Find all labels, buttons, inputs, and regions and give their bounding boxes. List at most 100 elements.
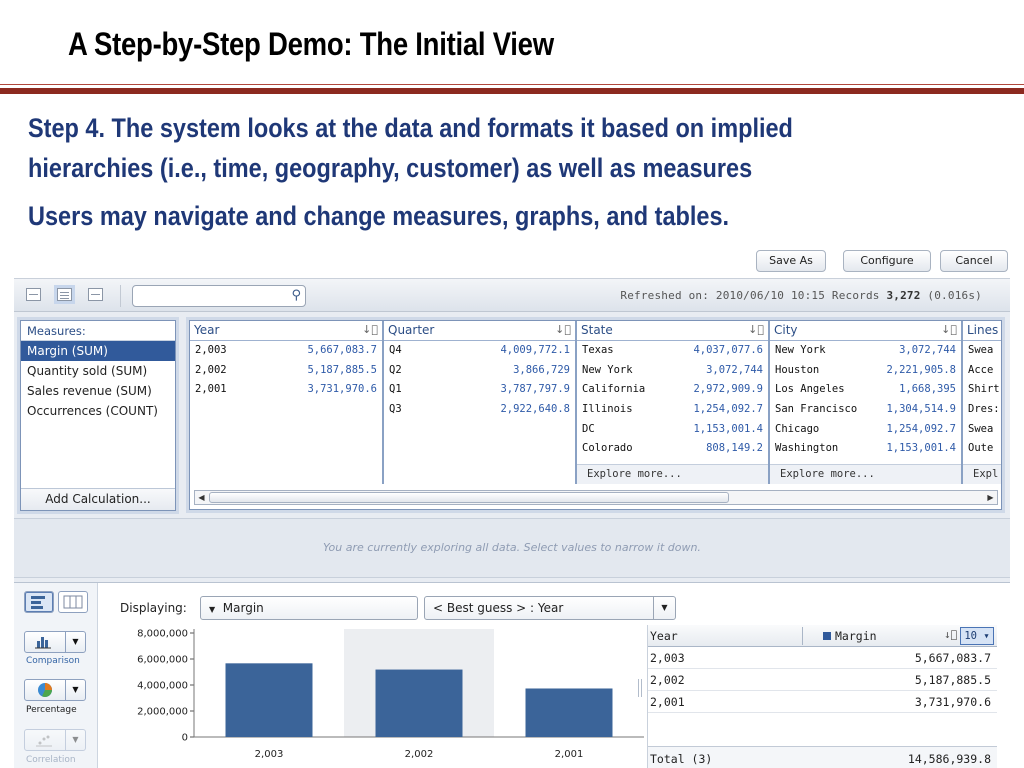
layout-single-icon[interactable] [26, 288, 41, 301]
facet-row[interactable]: Illinois 1,254,092.7 [577, 400, 768, 420]
facet-row[interactable]: San Francisco 1,304,514.9 [770, 400, 961, 420]
layout-stacked-icon[interactable] [88, 288, 103, 301]
measures-header: Measures: [21, 321, 175, 341]
measure-item[interactable]: Occurrences (COUNT) [21, 401, 175, 421]
save-as-button[interactable]: Save As [756, 250, 826, 272]
facet-row[interactable]: 2,002 5,187,885.5 [190, 361, 382, 381]
chart-view-icon[interactable] [24, 591, 54, 613]
facet-state: State ↓⃥ Texas 4,037,077.6 New York 3,072,7… [577, 321, 770, 484]
configure-button[interactable]: Configure [843, 250, 931, 272]
chevron-down-icon[interactable]: ▼ [65, 730, 85, 750]
facet-header-quarter[interactable]: Quarter ↓⃥ [384, 321, 575, 341]
facet-row[interactable]: Texas 4,037,077.6 [577, 341, 768, 361]
bar [225, 663, 313, 737]
facet-city: City ↓⃥ New York 3,072,744 Houston 2,221,90… [770, 321, 963, 484]
measures-panel: Measures: Margin (SUM) Quantity sold (SU… [20, 320, 176, 511]
facet-row[interactable]: Dres: [963, 400, 1001, 420]
table-row[interactable]: 2,001 3,731,970.6 [648, 691, 997, 713]
sort-icon[interactable]: ↓⃥ [555, 323, 571, 336]
top-n-select[interactable]: 10 ▾ [960, 627, 994, 645]
cancel-button[interactable]: Cancel [940, 250, 1008, 272]
facet-row[interactable]: Acce [963, 361, 1001, 381]
column-header-year[interactable]: Year [650, 629, 678, 643]
info-message: You are currently exploring all data. Se… [323, 541, 701, 554]
facet-row[interactable]: Houston 2,221,905.8 [770, 361, 961, 381]
displaying-label: Displaying: [120, 601, 187, 615]
facet-row[interactable]: 2,003 5,667,083.7 [190, 341, 382, 361]
bullet-step4-line1: Step 4. The system looks at the data and… [28, 113, 793, 143]
facet-row[interactable]: Q4 4,009,772.1 [384, 341, 575, 361]
facet-row[interactable]: Washington 1,153,001.4 [770, 439, 961, 459]
search-icon[interactable]: ⚲ [291, 288, 301, 303]
title-rule [0, 88, 1024, 94]
explorer-app: Save As Configure Cancel ⚲ Refreshed on:… [14, 248, 1010, 768]
measure-item[interactable]: Margin (SUM) [21, 341, 175, 361]
facet-header-lines[interactable]: Lines [963, 321, 1001, 341]
sort-icon[interactable]: ↓⃥ [362, 323, 378, 336]
measure-item[interactable]: Quantity sold (SUM) [21, 361, 175, 381]
facet-row[interactable]: Q2 3,866,729 [384, 361, 575, 381]
title-rule-thin [0, 84, 1024, 85]
facet-header-year[interactable]: Year ↓⃥ [190, 321, 382, 341]
measure-item[interactable]: Sales revenue (SUM) [21, 381, 175, 401]
comparison-chart-button[interactable]: ▼ [24, 631, 86, 653]
facet-row[interactable]: Los Angeles 1,668,395 [770, 380, 961, 400]
dimension-select[interactable]: < Best guess > : Year ▼ [424, 596, 676, 620]
add-calculation-button[interactable]: Add Calculation... [21, 488, 175, 510]
y-tick-label: 8,000,000 [137, 629, 188, 640]
panel-splitter[interactable] [638, 679, 642, 697]
facet-row[interactable]: Colorado 808,149.2 [577, 439, 768, 459]
bar-chart-icon [35, 637, 51, 649]
facet-row[interactable]: New York 3,072,744 [770, 341, 961, 361]
pie-chart-icon [38, 683, 52, 697]
chevron-down-icon[interactable]: ▼ [65, 632, 85, 652]
column-divider[interactable] [802, 627, 803, 645]
explore-more-link[interactable]: Explore more... [577, 464, 768, 484]
facet-row[interactable]: New York 3,072,744 [577, 361, 768, 381]
facet-row[interactable]: DC 1,153,001.4 [577, 420, 768, 440]
table-view-icon[interactable] [58, 591, 88, 613]
toolbar: ⚲ Refreshed on: 2010/06/10 10:15 Records… [14, 278, 1010, 312]
layout-split-icon[interactable] [54, 285, 75, 304]
scroll-right-icon[interactable]: ▶ [984, 491, 997, 504]
facet-header-city[interactable]: City ↓⃥ [770, 321, 961, 341]
facet-row[interactable]: Swea [963, 420, 1001, 440]
bullet-step4-line2: hierarchies (i.e., time, geography, cust… [28, 153, 753, 183]
horizontal-scrollbar[interactable]: ◀ ▶ [194, 490, 998, 505]
scrollbar-thumb[interactable] [209, 492, 729, 503]
facet-quarter: Quarter ↓⃥ Q4 4,009,772.1 Q2 3,866,729 Q1 3,… [384, 321, 577, 484]
facet-row[interactable]: Oute [963, 439, 1001, 459]
top-bar: Save As Configure Cancel [14, 248, 1010, 278]
visualization-area: ▼ Comparison ▼ Percentage ▼ Correlation … [14, 582, 1010, 768]
sort-icon[interactable]: ↓⃥ [941, 323, 957, 336]
column-header-margin[interactable]: Margin [835, 629, 877, 643]
sort-icon[interactable]: ↓⃥ [944, 628, 957, 641]
facet-row[interactable]: California 2,972,909.9 [577, 380, 768, 400]
facet-row[interactable]: Q3 2,922,640.8 [384, 400, 575, 420]
bullet-navigate: Users may navigate and change measures, … [28, 201, 730, 231]
measure-select[interactable]: ▼ Margin [200, 596, 418, 620]
correlation-chart-button[interactable]: ▼ [24, 729, 86, 751]
y-tick-label: 4,000,000 [137, 681, 188, 692]
facet-row[interactable]: Chicago 1,254,092.7 [770, 420, 961, 440]
table-header: Year Margin ↓⃥ 10 ▾ [648, 625, 997, 647]
facet-row[interactable]: Shirt [963, 380, 1001, 400]
facet-row[interactable]: 2,001 3,731,970.6 [190, 380, 382, 400]
facet-row[interactable]: Q1 3,787,797.9 [384, 380, 575, 400]
percentage-chart-button[interactable]: ▼ [24, 679, 86, 701]
x-tick-label: 2,003 [255, 749, 284, 760]
data-table: Year Margin ↓⃥ 10 ▾ 2,003 5,667,083.7 2,0… [647, 625, 997, 768]
explore-more-link[interactable]: Expl [963, 464, 1001, 484]
table-row[interactable]: 2,003 5,667,083.7 [648, 647, 997, 669]
margin-bar-chart: 8,000,000 6,000,000 4,000,000 2,000,000 0 2,0… [137, 629, 644, 760]
chevron-down-icon[interactable]: ▼ [65, 680, 85, 700]
scroll-left-icon[interactable]: ◀ [195, 491, 208, 504]
facet-header-state[interactable]: State ↓⃥ [577, 321, 768, 341]
facet-row[interactable]: Swea [963, 341, 1001, 361]
x-tick-label: 2,002 [405, 749, 434, 760]
explore-more-link[interactable]: Explore more... [770, 464, 961, 484]
sort-icon[interactable]: ↓⃥ [748, 323, 764, 336]
table-row[interactable]: 2,002 5,187,885.5 [648, 669, 997, 691]
search-input[interactable]: ⚲ [132, 285, 306, 307]
scatter-chart-icon [36, 735, 52, 747]
